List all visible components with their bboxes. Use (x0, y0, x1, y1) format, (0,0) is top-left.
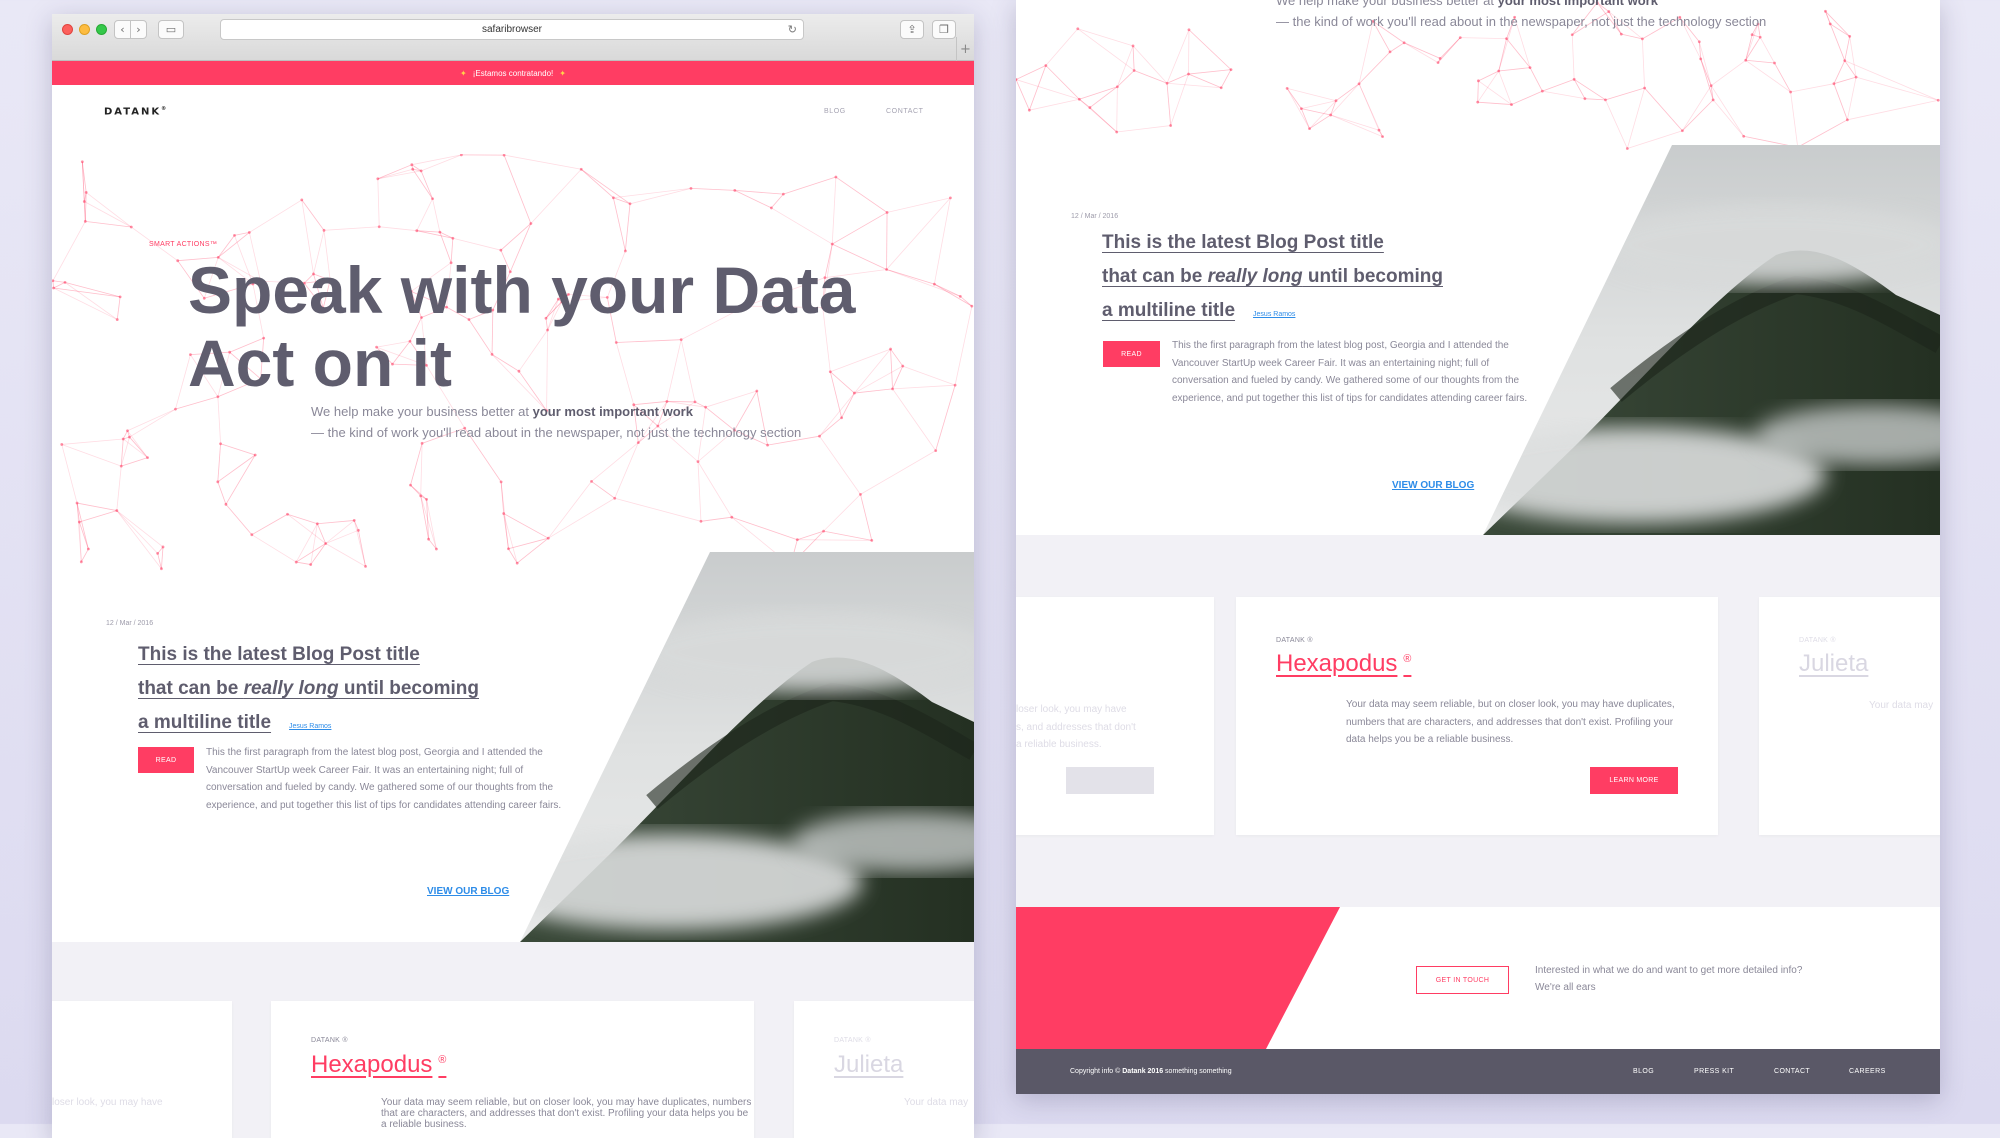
learn-more-button[interactable]: LEARN MORE (1590, 767, 1678, 794)
prev-card-text: loser look, you may have (52, 1097, 163, 1108)
misty-forest-image (52, 552, 974, 942)
footer-contact-link[interactable]: CONTACT (1774, 1068, 1810, 1075)
card-text: Your data may seem reliable, but on clos… (381, 1097, 754, 1130)
card-title-text: Hexapodus (1276, 650, 1397, 677)
cta-accent-shape (1016, 907, 1356, 1049)
address-text: safaribrowser (482, 24, 542, 35)
forward-icon[interactable]: › (130, 20, 147, 39)
registered-mark: ® (1403, 653, 1411, 665)
cta-line-2: We're all ears (1535, 979, 1802, 996)
browser-toolbar: ‹ › ▭ safaribrowser ↻ ⇪ ❐ + (52, 14, 974, 61)
card-title[interactable]: Julieta (1799, 650, 1868, 678)
share-icon[interactable]: ⇪ (900, 20, 924, 39)
card-kicker: DATANK ® (1276, 637, 1313, 644)
nav-contact-link[interactable]: CONTACT (886, 108, 924, 115)
hero-sub-bold: your most important work (1498, 0, 1658, 8)
reload-icon[interactable]: ↻ (788, 23, 797, 36)
logo-mark: ® (161, 106, 168, 112)
hero-sub-plain: We help make your business better at (311, 404, 533, 419)
footer-copy-b: something something (1163, 1068, 1231, 1075)
product-card-hexapodus[interactable]: DATANK ® Hexapodus ® Your data may seem r… (271, 1001, 754, 1138)
prev-card-line-3: a reliable business. (1016, 736, 1136, 754)
address-bar[interactable]: safaribrowser ↻ (220, 19, 804, 40)
card-title[interactable]: Julieta (834, 1051, 903, 1079)
get-in-touch-button[interactable]: GET IN TOUCH (1416, 966, 1509, 994)
footer-copyright: Copyright info © Datank 2016 something s… (1070, 1068, 1232, 1075)
hiring-banner[interactable]: ✦ ¡Estamos contratando! ✦ (52, 61, 974, 85)
site-logo[interactable]: DATANK® (104, 106, 168, 117)
prev-card-text: loser look, you may have s, and addresse… (1016, 701, 1136, 754)
hero-subtitle: We help make your business better at you… (1276, 0, 1766, 33)
card-title[interactable]: Hexapodus ® (311, 1051, 446, 1079)
back-icon[interactable]: ‹ (114, 20, 131, 39)
product-card-julieta[interactable]: DATANK ® Julieta Your data may (1759, 597, 1940, 835)
footer-blog-link[interactable]: BLOG (1633, 1068, 1654, 1075)
site-footer: Copyright info © Datank 2016 something s… (1016, 1049, 1940, 1094)
hero-sub-line-2: — the kind of work you'll read about in … (1276, 12, 1766, 33)
nav-blog-link[interactable]: BLOG (824, 108, 846, 115)
product-card-julieta[interactable]: DATANK ® Julieta Your data may (794, 1001, 974, 1138)
card-text: Your data may seem reliable, but on clos… (1346, 696, 1676, 749)
card-kicker: DATANK ® (1799, 637, 1836, 644)
logo-text: DATANK (104, 106, 161, 117)
footer-copy-a: Copyright info © (1070, 1068, 1122, 1075)
cta-line-1: Interested in what we do and want to get… (1535, 962, 1802, 979)
card-text: Your data may (904, 1097, 968, 1108)
card-title[interactable]: Hexapodus ® (1276, 650, 1411, 678)
hero-sub-line-2: — the kind of work you'll read about in … (311, 423, 801, 444)
footer-copy-bold: Datank 2016 (1122, 1068, 1163, 1075)
card-text: Your data may (1869, 700, 1933, 711)
tabs-icon[interactable]: ❐ (932, 20, 956, 39)
hero-subtitle: We help make your business better at you… (311, 402, 801, 444)
hero-title-line-1: Speak with your Data (188, 254, 856, 327)
hiring-text: ¡Estamos contratando! (473, 69, 553, 78)
hero-eyebrow: SMART ACTIONS™ (149, 241, 217, 248)
browser-window-right: We help make your business better at you… (1016, 0, 1940, 1094)
card-kicker: DATANK ® (311, 1037, 348, 1044)
product-card-hexapodus[interactable]: DATANK ® Hexapodus ® Your data may seem r… (1236, 597, 1718, 835)
prev-learn-more-button[interactable] (1066, 767, 1154, 794)
zoom-window-button[interactable] (96, 24, 107, 35)
sparkle-icon: ✦ (460, 69, 467, 78)
hero-sub-plain: We help make your business better at (1276, 0, 1498, 8)
cta-text: Interested in what we do and want to get… (1535, 962, 1802, 996)
prev-card-line-2: s, and addresses that don't (1016, 719, 1136, 737)
sparkle-icon: ✦ (559, 69, 566, 78)
product-card-previous[interactable]: loser look, you may have (52, 1001, 232, 1138)
browser-window-left: ‹ › ▭ safaribrowser ↻ ⇪ ❐ + ✦ ¡Estamos c… (52, 14, 974, 1138)
product-card-previous[interactable]: loser look, you may have s, and addresse… (1016, 597, 1214, 835)
hero-title: Speak with your Data Act on it (188, 254, 856, 399)
registered-mark: ® (438, 1054, 446, 1066)
prev-card-line-1: loser look, you may have (1016, 701, 1136, 719)
close-window-button[interactable] (62, 24, 73, 35)
sidebar-icon[interactable]: ▭ (158, 20, 184, 39)
minimize-window-button[interactable] (79, 24, 90, 35)
hero-sub-bold: your most important work (533, 404, 693, 419)
new-tab-icon[interactable]: + (956, 37, 974, 61)
card-title-text: Hexapodus (311, 1051, 432, 1078)
footer-careers-link[interactable]: CAREERS (1849, 1068, 1886, 1075)
hero-title-line-2: Act on it (188, 327, 856, 400)
footer-press-kit-link[interactable]: PRESS KIT (1694, 1068, 1734, 1075)
card-kicker: DATANK ® (834, 1037, 871, 1044)
misty-forest-image (1016, 145, 1940, 535)
